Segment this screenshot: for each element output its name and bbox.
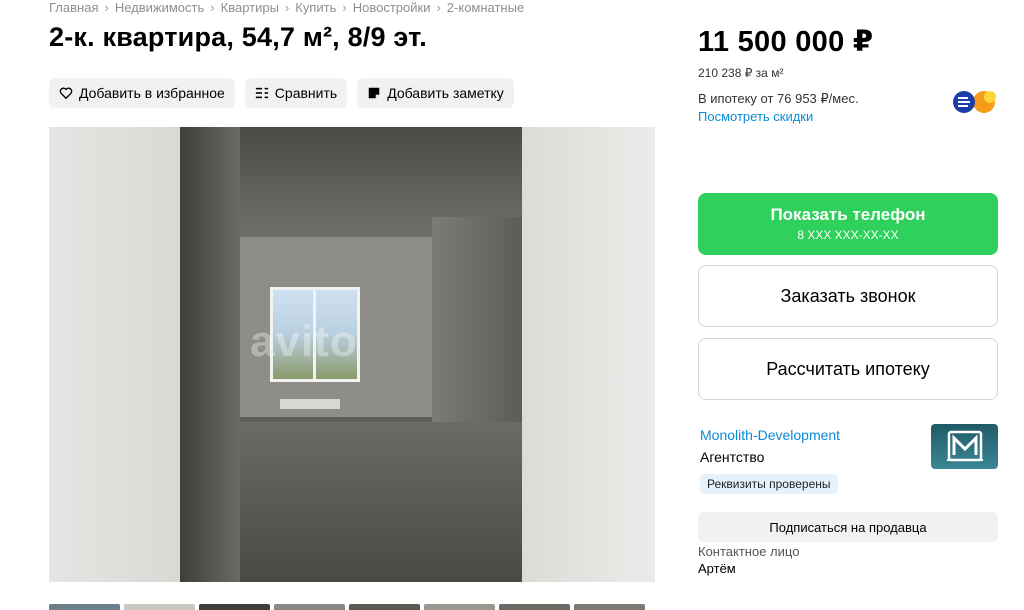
thumbnail[interactable] [49,604,120,610]
seller-logo-icon [946,430,983,461]
thumbnail[interactable] [124,604,195,610]
contact-person-name: Артём [698,561,736,576]
price-per-meter: 210 238 ₽ за м² [698,66,784,80]
compare-button[interactable]: Сравнить [244,78,348,108]
page-title: 2-к. квартира, 54,7 м², 8/9 эт. [49,22,427,52]
breadcrumb-separator: › [436,0,441,15]
verified-badge[interactable]: Реквизиты проверены [700,474,838,494]
breadcrumb-2-rooms[interactable]: 2-комнатные [447,0,524,15]
breadcrumb-apartments[interactable]: Квартиры [221,0,279,15]
calculate-mortgage-button[interactable]: Рассчитать ипотеку [698,338,998,400]
subscribe-to-seller-button[interactable]: Подписаться на продавца [698,512,998,542]
gallery-blur-right [522,127,655,582]
thumbnail[interactable] [199,604,270,610]
thumbnail[interactable] [574,604,645,610]
breadcrumb-home[interactable]: Главная [49,0,98,15]
bank-logo-icon[interactable] [950,89,998,115]
price: 11 500 000 ₽ [698,26,874,58]
breadcrumb-separator: › [342,0,347,15]
breadcrumb-separator: › [104,0,109,15]
request-call-button[interactable]: Заказать звонок [698,265,998,327]
breadcrumb-separator: › [210,0,215,15]
seller-type: Агентство [700,449,765,465]
contact-person-label: Контактное лицо [698,544,800,559]
view-discounts-link[interactable]: Посмотреть скидки [698,109,813,124]
photo-gallery[interactable]: avito [49,127,655,582]
thumbnail-strip [49,604,645,610]
add-to-favorites-label: Добавить в избранное [79,85,225,101]
heart-icon [59,87,73,99]
compare-label: Сравнить [274,85,338,101]
compare-icon [255,87,268,99]
breadcrumb: Главная › Недвижимость › Квартиры › Купи… [49,0,524,15]
breadcrumb-buy[interactable]: Купить [295,0,336,15]
breadcrumb-new-buildings[interactable]: Новостройки [353,0,431,15]
thumbnail[interactable] [424,604,495,610]
show-phone-button[interactable]: Показать телефон 8 XXX XXX-XX-XX [698,193,998,255]
gallery-blur-left [49,127,180,582]
thumbnail[interactable] [499,604,570,610]
mortgage-info: В ипотеку от 76 953 ₽/мес. [698,91,859,106]
phone-mask: 8 XXX XXX-XX-XX [797,228,899,242]
note-icon [368,87,380,99]
add-note-button[interactable]: Добавить заметку [357,78,514,108]
main-photo[interactable]: avito [180,127,522,582]
show-phone-label: Показать телефон [770,205,926,224]
photo-left-wall [180,127,240,582]
thumbnail[interactable] [274,604,345,610]
add-to-favorites-button[interactable]: Добавить в избранное [49,78,235,108]
seller-name-link[interactable]: Monolith-Development [700,427,840,443]
thumbnail[interactable] [349,604,420,610]
seller-logo[interactable] [931,424,998,469]
photo-radiator [280,399,340,409]
breadcrumb-separator: › [284,0,290,15]
action-bar: Добавить в избранное Сравнить Добавить з… [49,78,514,108]
watermark: avito [250,317,358,366]
add-note-label: Добавить заметку [387,85,504,101]
photo-right-wall [432,217,522,457]
breadcrumb-realty[interactable]: Недвижимость [115,0,204,15]
